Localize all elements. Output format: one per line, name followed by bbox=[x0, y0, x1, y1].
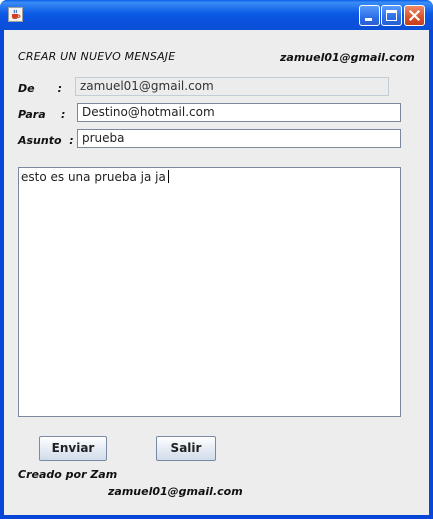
subject-label: Asunto : bbox=[18, 134, 74, 147]
minimize-icon bbox=[365, 18, 372, 21]
message-body-text: esto es una prueba ja ja bbox=[21, 170, 166, 184]
message-body-textarea[interactable]: esto es una prueba ja ja bbox=[18, 167, 401, 417]
title-bar[interactable] bbox=[0, 0, 433, 30]
from-label: De : bbox=[18, 82, 62, 95]
footer-email: zamuel01@gmail.com bbox=[108, 485, 243, 498]
maximize-icon bbox=[386, 10, 397, 21]
header-email: zamuel01@gmail.com bbox=[280, 51, 415, 64]
to-label: Para : bbox=[18, 108, 66, 121]
main-window: CREAR UN NUEVO MENSAJE zamuel01@gmail.co… bbox=[0, 0, 433, 519]
client-area: CREAR UN NUEVO MENSAJE zamuel01@gmail.co… bbox=[4, 30, 429, 515]
subject-field[interactable]: prueba bbox=[77, 129, 401, 148]
close-icon bbox=[408, 9, 421, 22]
exit-button[interactable]: Salir bbox=[156, 436, 216, 461]
footer-credit: Creado por Zam bbox=[18, 468, 118, 481]
text-caret bbox=[167, 170, 169, 183]
java-coffee-icon[interactable] bbox=[8, 7, 23, 22]
maximize-button[interactable] bbox=[381, 5, 402, 26]
to-field[interactable]: Destino@hotmail.com bbox=[77, 103, 401, 122]
window-frame-bottom bbox=[0, 515, 433, 519]
from-field[interactable]: zamuel01@gmail.com bbox=[75, 77, 389, 96]
send-button[interactable]: Enviar bbox=[39, 436, 107, 461]
page-title: CREAR UN NUEVO MENSAJE bbox=[18, 50, 176, 63]
close-button[interactable] bbox=[404, 5, 425, 26]
minimize-button[interactable] bbox=[359, 5, 380, 26]
